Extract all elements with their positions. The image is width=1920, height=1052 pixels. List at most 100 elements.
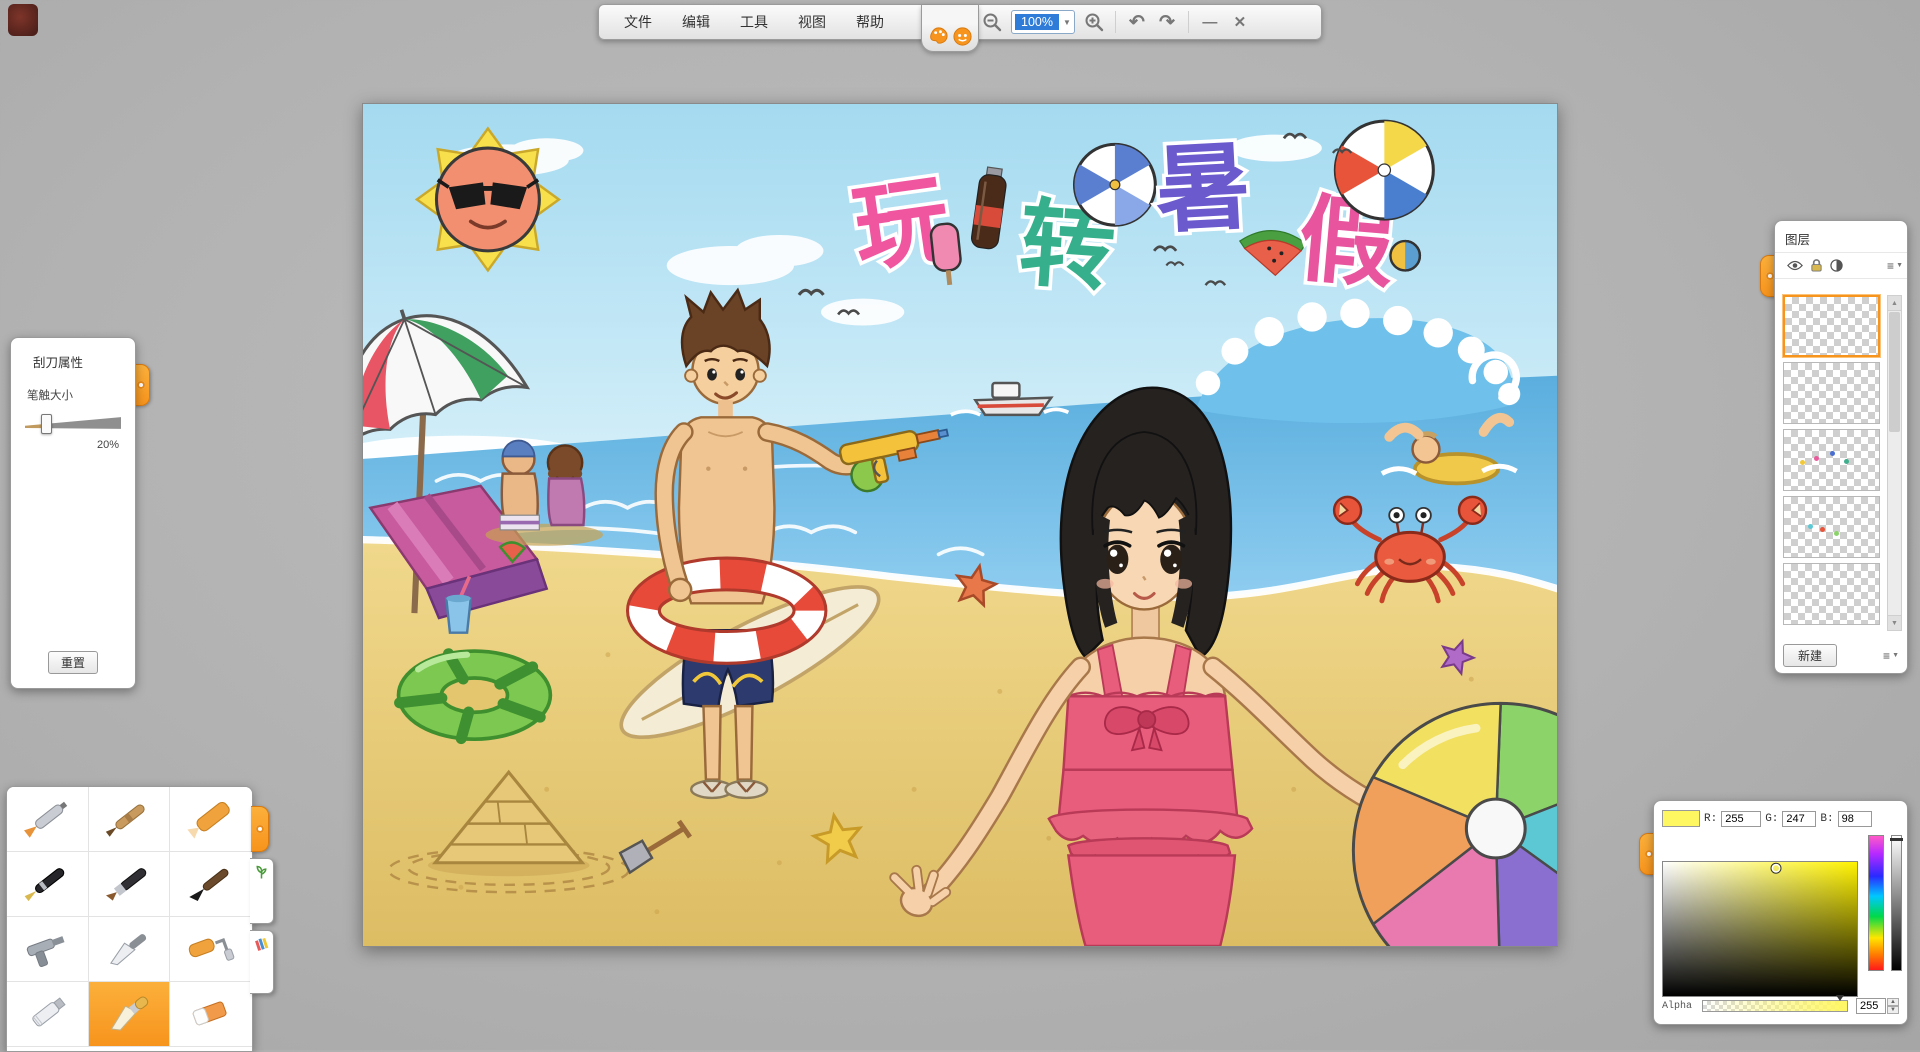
sun-illustration <box>417 128 559 270</box>
main-toolbar: 文件 编辑 工具 视图 帮助 100% ▼ <box>598 4 1322 40</box>
brush-tool-paintbrush[interactable] <box>89 852 171 917</box>
brush-tool-paint-tube[interactable] <box>7 982 89 1047</box>
alpha-spinner[interactable]: ▲ ▼ <box>1887 998 1899 1014</box>
alpha-value-input[interactable] <box>1856 998 1886 1014</box>
scraper-icon <box>101 991 157 1037</box>
layer-list-scrollbar[interactable]: ▲ ▼ <box>1887 295 1902 631</box>
brush-tool-eraser[interactable] <box>170 982 252 1047</box>
blue-label: B: <box>1820 813 1833 825</box>
brush-size-slider-handle[interactable] <box>41 414 52 434</box>
layer-list-menu-button[interactable]: ≡ ▼ <box>1883 649 1899 663</box>
scroll-up-button[interactable]: ▲ <box>1888 296 1901 311</box>
brush-size-slider[interactable] <box>25 413 125 433</box>
plant-brushes-button[interactable] <box>250 858 274 924</box>
red-value-input[interactable] <box>1721 811 1761 827</box>
color-panel-tab[interactable] <box>1639 833 1657 875</box>
fountain-pen-icon <box>19 861 75 907</box>
menu-lines-icon: ≡ <box>1883 649 1890 663</box>
layer-list <box>1783 295 1884 630</box>
dropdown-icon: ▼ <box>1892 652 1899 659</box>
alpha-label: Alpha <box>1662 1001 1702 1012</box>
zoom-level-combo[interactable]: 100% ▼ <box>1011 10 1075 34</box>
zoom-in-button[interactable] <box>1079 8 1109 36</box>
scrollbar-thumb[interactable] <box>1889 312 1900 432</box>
undo-icon: ↶ <box>1129 13 1145 32</box>
lock-icon <box>1810 258 1823 273</box>
zoom-out-button[interactable] <box>977 8 1007 36</box>
layer-row-3[interactable] <box>1783 429 1880 491</box>
beach-ball-decoration <box>1335 121 1433 219</box>
eye-icon <box>1787 259 1803 272</box>
toolbar-separator <box>1188 11 1189 33</box>
value-bar[interactable] <box>1891 835 1902 971</box>
spray-gun-icon <box>19 926 75 972</box>
spinner-up-icon[interactable]: ▲ <box>1887 998 1899 1006</box>
airbrush-pen-icon <box>19 796 75 842</box>
close-icon: ✕ <box>1234 13 1247 31</box>
plant-icon <box>253 864 270 881</box>
menu-file[interactable]: 文件 <box>609 5 667 39</box>
saturation-value-picker[interactable] <box>1662 861 1858 997</box>
layer-lock-button[interactable] <box>1810 258 1823 273</box>
layer-row-5[interactable] <box>1783 563 1880 625</box>
menu-tools-label: 工具 <box>740 12 768 32</box>
menu-file-label: 文件 <box>624 12 652 32</box>
zoom-level-value: 100% <box>1015 14 1059 31</box>
menu-help[interactable]: 帮助 <box>841 5 899 39</box>
toolbar-separator <box>1115 11 1116 33</box>
menu-view-label: 视图 <box>798 12 826 32</box>
menu-view[interactable]: 视图 <box>783 5 841 39</box>
brush-tool-palette-knife[interactable] <box>89 917 171 982</box>
logo-palette-icon <box>928 26 949 47</box>
app-logo-tab[interactable] <box>921 5 979 52</box>
brush-tool-wood-brush-pen[interactable] <box>89 787 171 852</box>
drawing-canvas[interactable]: 玩 转 暑 假 <box>362 103 1558 947</box>
brush-tool-paint-roller[interactable] <box>170 917 252 982</box>
brush-tool-fountain-pen[interactable] <box>7 852 89 917</box>
layer-thumbnail-marks <box>1814 456 1819 461</box>
layer-row-4[interactable] <box>1783 496 1880 558</box>
undo-button[interactable]: ↶ <box>1122 8 1152 36</box>
brush-size-slider-track[interactable] <box>25 416 121 430</box>
value-bar-handle[interactable] <box>1890 838 1903 841</box>
current-color-swatch[interactable] <box>1662 810 1700 827</box>
layer-options-button[interactable]: ≡ ▼ <box>1887 259 1903 273</box>
paintbrush-icon <box>101 861 157 907</box>
color-picker-marker[interactable] <box>1770 863 1781 874</box>
brush-size-label: 笔触大小 <box>11 371 135 403</box>
menu-edit[interactable]: 编辑 <box>667 5 725 39</box>
reset-button[interactable]: 重置 <box>48 651 98 674</box>
zoom-dropdown-icon[interactable]: ▼ <box>1063 18 1071 27</box>
menu-tools[interactable]: 工具 <box>725 5 783 39</box>
blue-value-input[interactable] <box>1838 811 1872 827</box>
color-pencils-button[interactable] <box>250 930 274 994</box>
dropdown-icon: ▼ <box>1896 262 1903 269</box>
spinner-down-icon[interactable]: ▼ <box>1887 1006 1899 1014</box>
scroll-down-button[interactable]: ▼ <box>1888 615 1901 630</box>
layer-blend-button[interactable] <box>1830 259 1843 272</box>
hue-bar[interactable] <box>1868 835 1884 971</box>
new-layer-button[interactable]: 新建 <box>1783 644 1837 667</box>
crayon-icon <box>183 796 239 842</box>
layer-row-1[interactable] <box>1783 295 1880 357</box>
menu-help-label: 帮助 <box>856 12 884 32</box>
alpha-slider-marker[interactable] <box>1836 995 1844 1001</box>
brush-tool-spray-gun[interactable] <box>7 917 89 982</box>
minimize-button[interactable]: — <box>1195 8 1225 36</box>
wood-brush-pen-icon <box>101 796 157 842</box>
brush-tool-scraper-selected[interactable] <box>89 982 171 1047</box>
layer-visibility-button[interactable] <box>1787 259 1803 272</box>
alpha-slider[interactable] <box>1702 1000 1848 1012</box>
desktop-icon[interactable] <box>8 4 38 36</box>
brush-tool-airbrush-pen[interactable] <box>7 787 89 852</box>
brush-panel-tab[interactable] <box>251 806 269 852</box>
green-value-input[interactable] <box>1782 811 1816 827</box>
beach-painting: 玩 转 暑 假 <box>363 104 1557 946</box>
layer-row-2[interactable] <box>1783 362 1880 424</box>
close-button[interactable]: ✕ <box>1225 8 1255 36</box>
scraper-panel-title: 刮刀属性 <box>11 338 135 371</box>
redo-button[interactable]: ↷ <box>1152 8 1182 36</box>
menu-edit-label: 编辑 <box>682 12 710 32</box>
brush-tool-crayon[interactable] <box>170 787 252 852</box>
brush-tool-ink-brush[interactable] <box>170 852 252 917</box>
